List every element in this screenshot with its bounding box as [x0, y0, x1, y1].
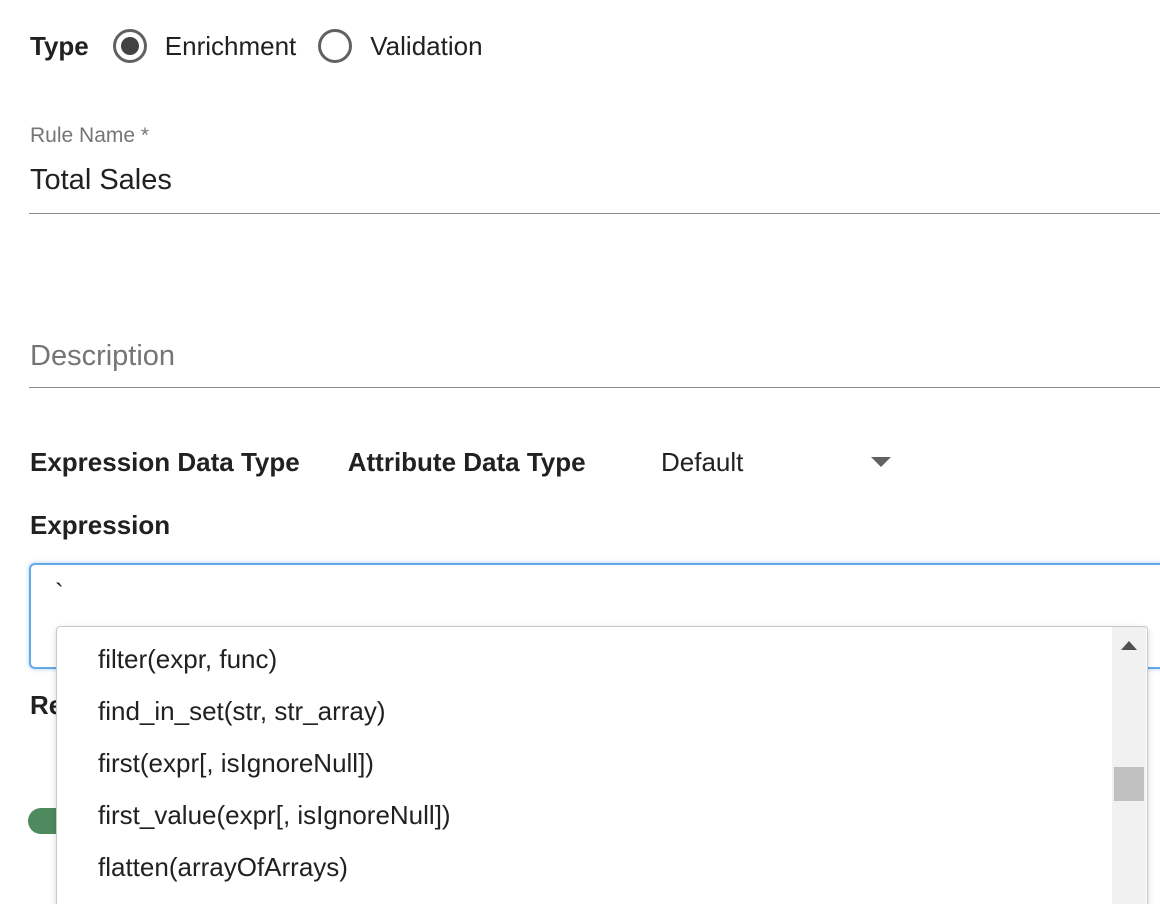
- radio-button-selected[interactable]: [112, 29, 147, 63]
- attribute-data-type-label: Attribute Data Type: [347, 446, 586, 477]
- expression-text: `: [55, 578, 64, 608]
- radio-validation-label: Validation: [370, 30, 483, 61]
- expression-label: Expression: [30, 510, 171, 540]
- type-selector: Type Enrichment Validation: [30, 22, 505, 70]
- scroll-up-arrow-icon[interactable]: [1121, 641, 1137, 650]
- scrollbar-thumb[interactable]: [1114, 767, 1144, 801]
- autocomplete-item[interactable]: flatten(arrayOfArrays): [57, 841, 1112, 893]
- expression-data-type-label: Expression Data Type: [30, 446, 300, 477]
- autocomplete-dropdown: filter(expr, func) find_in_set(str, str_…: [56, 626, 1148, 904]
- type-label: Type: [30, 30, 89, 61]
- description-input[interactable]: Description: [30, 340, 175, 373]
- rule-name-label: Rule Name *: [30, 124, 150, 147]
- caret-down-icon: [871, 457, 891, 467]
- select-value: Default: [661, 446, 744, 477]
- rule-name-underline: [29, 213, 1160, 214]
- autocomplete-item[interactable]: first(expr[, isIgnoreNull]): [57, 737, 1112, 789]
- description-underline: [29, 387, 1160, 388]
- radio-validation[interactable]: Validation: [318, 29, 483, 63]
- data-type-row: Expression Data Type Attribute Data Type: [30, 440, 586, 484]
- rule-name-input[interactable]: Total Sales: [30, 164, 172, 197]
- attribute-data-type-select[interactable]: Default: [661, 440, 891, 484]
- autocomplete-item[interactable]: find_in_set(str, str_array): [57, 685, 1112, 737]
- radio-enrichment-label: Enrichment: [164, 30, 297, 61]
- radio-enrichment[interactable]: Enrichment: [112, 29, 297, 63]
- scrollbar-track[interactable]: [1112, 627, 1146, 904]
- autocomplete-list: filter(expr, func) find_in_set(str, str_…: [57, 633, 1112, 893]
- autocomplete-item[interactable]: filter(expr, func): [57, 633, 1112, 685]
- rule-editor-form: Type Enrichment Validation Rule Name * T…: [0, 0, 1160, 904]
- radio-button-unselected[interactable]: [318, 29, 353, 63]
- autocomplete-item[interactable]: first_value(expr[, isIgnoreNull]): [57, 789, 1112, 841]
